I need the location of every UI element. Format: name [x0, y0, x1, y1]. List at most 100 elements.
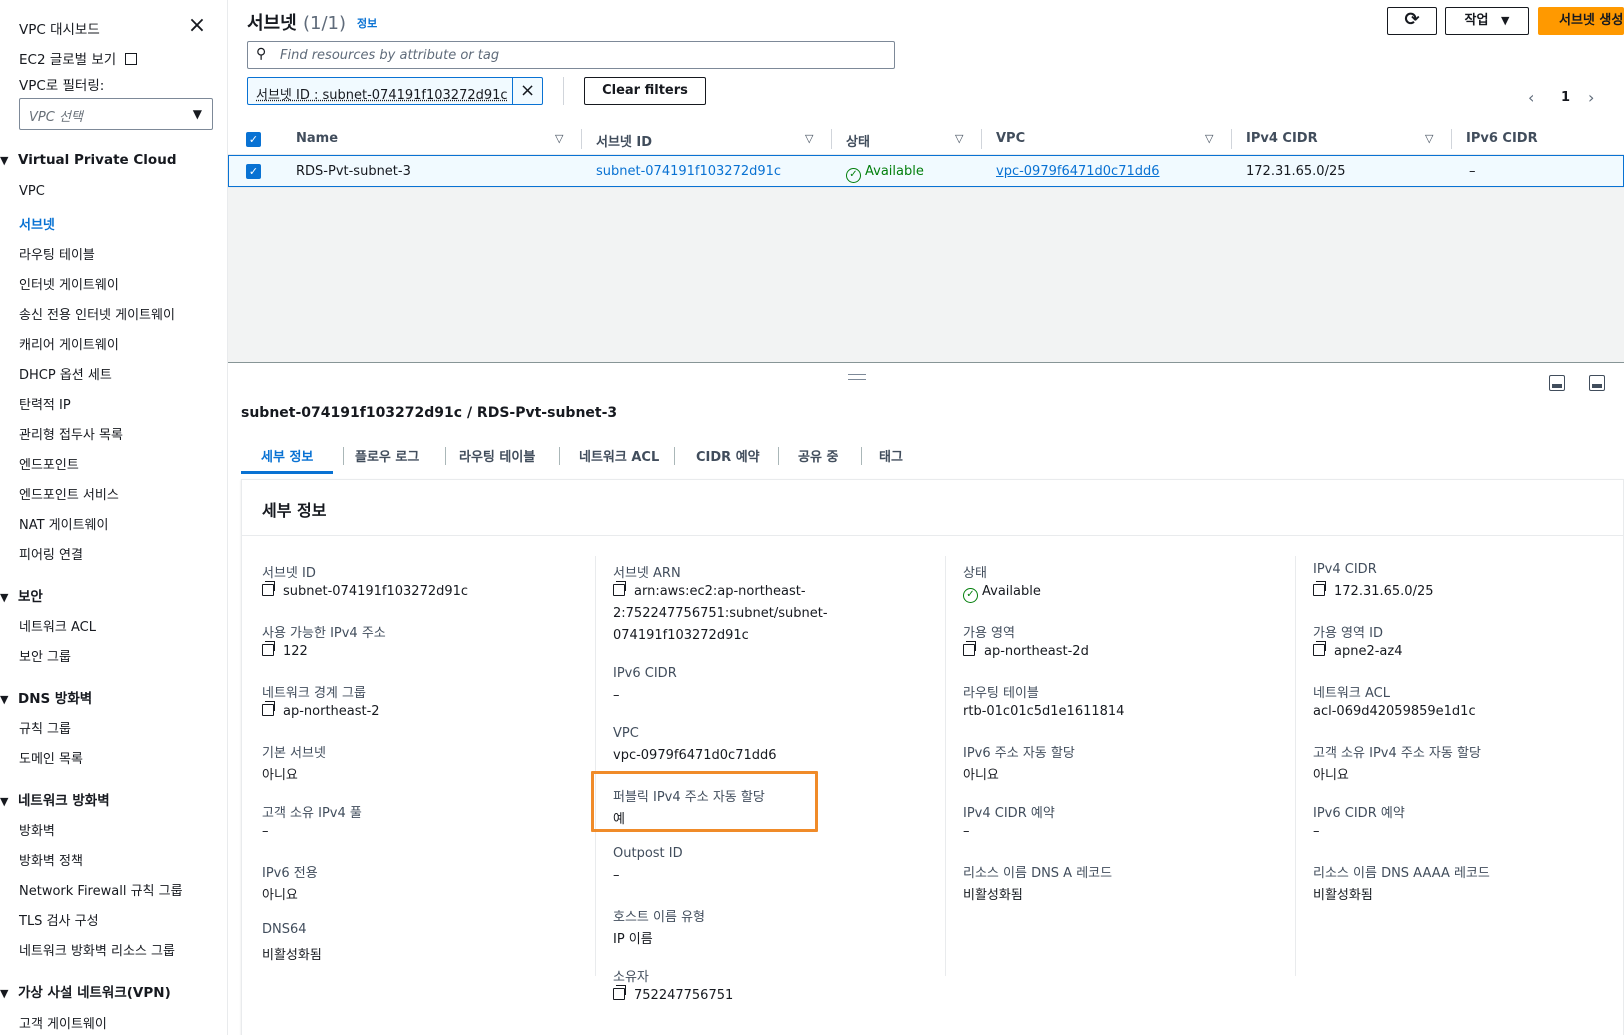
sidebar-group-vpc[interactable]: ▼ Virtual Private Cloud	[0, 152, 176, 168]
tab-route-table[interactable]: 라우팅 테이블	[459, 446, 535, 465]
sidebar-group-netfw[interactable]: ▼ 네트워크 방화벽	[0, 789, 110, 809]
page-number[interactable]: 1	[1561, 90, 1570, 105]
close-icon[interactable]: ×	[186, 15, 208, 38]
refresh-button[interactable]: ⟳	[1387, 7, 1437, 35]
sidebar-item-nat[interactable]: NAT 게이트웨이	[19, 514, 108, 533]
filter-token-label: 서브넷 ID : subnet-074191f103272d91c	[256, 88, 508, 103]
tab-flow-logs[interactable]: 플로우 로그	[355, 446, 419, 465]
field-value: 752247756751	[634, 988, 734, 1003]
copy-icon[interactable]	[262, 701, 275, 716]
sidebar-item-egress-igw[interactable]: 송신 전용 인터넷 게이트웨이	[19, 304, 175, 323]
sort-icon[interactable]: ▽	[955, 132, 963, 145]
copy-icon[interactable]	[262, 581, 275, 596]
detail-tabs: 세부 정보 플로우 로그 라우팅 테이블 네트워크 ACL CIDR 예약 공유…	[241, 438, 1624, 474]
sidebar-item-igw[interactable]: 인터넷 게이트웨이	[19, 274, 119, 293]
cell-vpc[interactable]: vpc-0979f6471d0c71dd6	[996, 164, 1160, 179]
tab-tags[interactable]: 태그	[879, 446, 903, 465]
sidebar-item-nacl[interactable]: 네트워크 ACL	[19, 616, 96, 635]
copy-icon[interactable]	[262, 641, 275, 656]
tab-cidr-reservations[interactable]: CIDR 예약	[696, 446, 760, 465]
copy-icon[interactable]	[613, 581, 626, 596]
column-subnet-id[interactable]: 서브넷 ID	[596, 131, 652, 150]
sort-icon[interactable]: ▽	[805, 132, 813, 145]
group-label: 보안	[18, 589, 43, 605]
tab-details[interactable]: 세부 정보	[261, 446, 313, 465]
check-circle-icon: ✓	[963, 588, 978, 603]
sort-icon[interactable]: ▽	[555, 132, 563, 145]
table-header: ✓ Name ▽ 서브넷 ID ▽ 상태 ▽ VPC ▽ IPv4 CIDR ▽…	[228, 123, 1624, 155]
sidebar-item-tls[interactable]: TLS 검사 구성	[19, 910, 99, 929]
info-link[interactable]: 정보	[357, 15, 377, 31]
field-arn: arn:aws:ec2:ap-northeast-	[613, 581, 806, 599]
sort-icon[interactable]: ▽	[1425, 132, 1433, 145]
sidebar-item-subnets[interactable]: 서브넷	[19, 214, 55, 233]
column-state[interactable]: 상태	[846, 131, 870, 150]
page-title: 서브넷 (1/1)	[247, 9, 346, 35]
copy-icon[interactable]	[1313, 641, 1326, 656]
column-name[interactable]: Name	[296, 131, 338, 146]
field-dns64: 비활성화됨	[262, 948, 322, 963]
sidebar-item-peering[interactable]: 피어링 연결	[19, 544, 83, 563]
sidebar-item-carrier-gw[interactable]: 캐리어 게이트웨이	[19, 334, 119, 353]
sidebar-item-domain-lists[interactable]: 도메인 목록	[19, 748, 83, 767]
field-route-table-link[interactable]: rtb-01c01c5d1e1611814	[963, 704, 1124, 719]
sidebar-item-dhcp[interactable]: DHCP 옵션 세트	[19, 364, 112, 383]
field-subnet-id: subnet-074191f103272d91c	[262, 581, 468, 599]
sidebar-group-vpn[interactable]: ▼ 가상 사설 네트워크(VPN)	[0, 981, 171, 1001]
search-icon: ⚲	[256, 46, 267, 62]
column-ipv6-cidr[interactable]: IPv6 CIDR	[1466, 131, 1538, 146]
sidebar-item-route-tables[interactable]: 라우팅 테이블	[19, 244, 95, 263]
sidebar-item-ec2-global[interactable]: EC2 글로벌 보기	[19, 48, 137, 68]
copy-icon[interactable]	[963, 641, 976, 656]
prev-page-icon[interactable]: ‹	[1528, 88, 1534, 107]
field-owner: 752247756751	[613, 985, 734, 1003]
field-arn-line2: 2:752247756751:subnet/subnet-	[613, 606, 828, 621]
sidebar-item-nf-rule-groups[interactable]: Network Firewall 규칙 그룹	[19, 880, 183, 899]
column-separator	[1231, 129, 1232, 149]
sidebar-group-dns[interactable]: ▼ DNS 방화벽	[0, 687, 92, 707]
table-row[interactable]: ✓ RDS-Pvt-subnet-3 subnet-074191f103272d…	[228, 155, 1624, 187]
sidebar-item-firewalls[interactable]: 방화벽	[19, 820, 55, 839]
field-label: 고객 소유 IPv4 주소 자동 할당	[1313, 746, 1481, 761]
remove-filter-icon[interactable]: ×	[512, 78, 542, 104]
field-available-ipv4: 122	[262, 641, 308, 659]
panel-bottom-icon[interactable]	[1549, 375, 1565, 391]
field-value: ap-northeast-2	[283, 704, 380, 719]
column-vpc[interactable]: VPC	[996, 131, 1025, 146]
field-label: DNS64	[262, 922, 307, 937]
clear-filters-button[interactable]: Clear filters	[584, 77, 706, 105]
field-label: 사용 가능한 IPv4 주소	[262, 626, 386, 641]
sidebar-item-nf-resource-groups[interactable]: 네트워크 방화벽 리소스 그룹	[19, 940, 175, 959]
column-ipv4-cidr[interactable]: IPv4 CIDR	[1246, 131, 1318, 146]
copy-icon[interactable]	[613, 985, 626, 1000]
sidebar-group-security[interactable]: ▼ 보안	[0, 585, 43, 605]
vpc-filter-select[interactable]: VPC 선택 ▼	[19, 98, 213, 130]
field-nacl-link[interactable]: acl-069d42059859e1d1c	[1313, 704, 1476, 719]
sidebar-item-fw-policies[interactable]: 방화벽 정책	[19, 850, 83, 869]
panel-side-icon[interactable]	[1589, 375, 1605, 391]
split-panel-title: subnet-074191f103272d91c / RDS-Pvt-subne…	[241, 405, 618, 421]
sidebar-item-cgw[interactable]: 고객 게이트웨이	[19, 1013, 107, 1032]
row-checkbox[interactable]: ✓	[246, 164, 261, 179]
sidebar-item-endpoint-services[interactable]: 엔드포인트 서비스	[19, 484, 119, 503]
sidebar-item-vpc[interactable]: VPC	[19, 184, 45, 199]
search-input[interactable]: ⚲ Find resources by attribute or tag	[247, 41, 895, 69]
tab-network-acl[interactable]: 네트워크 ACL	[579, 446, 659, 465]
copy-icon[interactable]	[1313, 581, 1326, 596]
field-vpc-link[interactable]: vpc-0979f6471d0c71dd6	[613, 748, 777, 763]
sidebar-item-prefix-lists[interactable]: 관리형 접두사 목록	[19, 424, 123, 443]
next-page-icon[interactable]: ›	[1588, 88, 1594, 107]
sidebar-item-sg[interactable]: 보안 그룹	[19, 646, 71, 665]
select-all-checkbox[interactable]: ✓	[246, 132, 261, 147]
sidebar-item-endpoints[interactable]: 엔드포인트	[19, 454, 79, 473]
filter-token[interactable]: 서브넷 ID : subnet-074191f103272d91c ×	[247, 77, 543, 105]
create-subnet-button[interactable]: 서브넷 생성	[1538, 7, 1624, 35]
sidebar-item-dashboard[interactable]: VPC 대시보드	[19, 18, 100, 38]
sidebar-item-rule-groups[interactable]: 규칙 그룹	[19, 718, 71, 737]
resize-handle[interactable]	[848, 374, 866, 380]
sort-icon[interactable]: ▽	[1205, 132, 1213, 145]
actions-button[interactable]: 작업 ▼	[1445, 7, 1529, 35]
cell-subnet-id[interactable]: subnet-074191f103272d91c	[596, 164, 781, 179]
tab-sharing[interactable]: 공유 중	[798, 446, 838, 465]
sidebar-item-eip[interactable]: 탄력적 IP	[19, 394, 71, 413]
